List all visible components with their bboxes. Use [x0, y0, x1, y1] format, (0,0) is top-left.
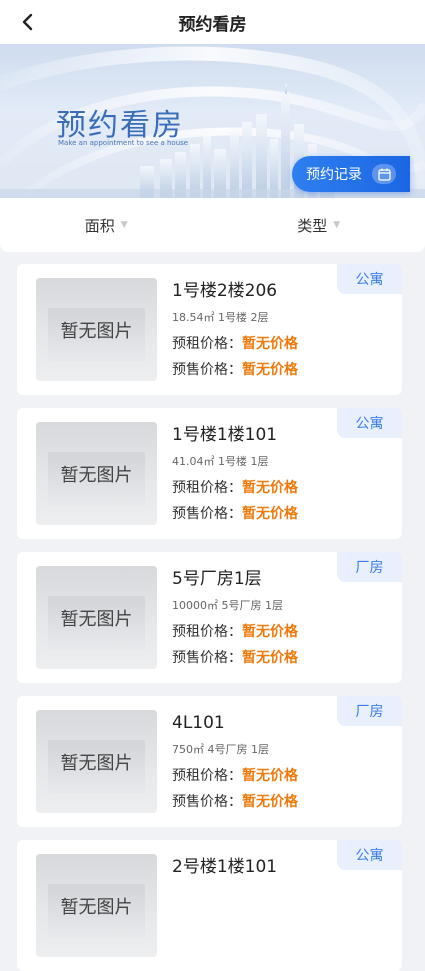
- listing-image-placeholder: 暂无图片: [36, 854, 157, 957]
- filter-type[interactable]: 类型 ▼: [213, 198, 425, 252]
- rent-price-label: 预租价格：: [172, 480, 242, 496]
- chevron-left-icon: [21, 13, 35, 31]
- rent-price-label: 预租价格：: [172, 768, 242, 784]
- sale-price-value: 暂无价格: [242, 650, 298, 666]
- listing-card[interactable]: 公寓 暂无图片 1号楼2楼206 18.54㎡ 1号楼 2层 预租价格：暂无价格…: [17, 264, 402, 395]
- sale-price-label: 预售价格：: [172, 794, 242, 810]
- rent-price-value: 暂无价格: [242, 480, 298, 496]
- banner-title: 预约看房: [56, 100, 184, 144]
- listing-name: 5号厂房1层: [172, 566, 392, 592]
- filter-type-label: 类型: [297, 215, 327, 236]
- sale-price-row: 预售价格：暂无价格: [172, 504, 392, 524]
- listing-meta: 41.04㎡ 1号楼 1层: [172, 454, 392, 470]
- sale-price-value: 暂无价格: [242, 506, 298, 522]
- page-title: 预约看房: [179, 10, 247, 35]
- sale-price-label: 预售价格：: [172, 506, 242, 522]
- sale-price-row: 预售价格：暂无价格: [172, 360, 392, 380]
- listing-meta: 10000㎡ 5号厂房 1层: [172, 598, 392, 614]
- rent-price-row: 预租价格：暂无价格: [172, 334, 392, 354]
- no-image-label: 暂无图片: [61, 749, 133, 775]
- rent-price-row: 预租价格：暂无价格: [172, 622, 392, 642]
- listing-meta: 18.54㎡ 1号楼 2层: [172, 310, 392, 326]
- banner: 预约看房 Make an appointment to see a house …: [0, 44, 425, 198]
- rent-price-row: 预租价格：暂无价格: [172, 766, 392, 786]
- rent-price-value: 暂无价格: [242, 624, 298, 640]
- listing-image-placeholder: 暂无图片: [36, 566, 157, 669]
- appointment-record-label: 预约记录: [306, 164, 362, 184]
- sale-price-row: 预售价格：暂无价格: [172, 648, 392, 668]
- sale-price-label: 预售价格：: [172, 650, 242, 666]
- rent-price-label: 预租价格：: [172, 624, 242, 640]
- listing-image-placeholder: 暂无图片: [36, 278, 157, 381]
- filter-area[interactable]: 面积 ▼: [0, 198, 213, 252]
- sale-price-row: 预售价格：暂无价格: [172, 792, 392, 812]
- no-image-label: 暂无图片: [61, 605, 133, 631]
- listing-card[interactable]: 厂房 暂无图片 5号厂房1层 10000㎡ 5号厂房 1层 预租价格：暂无价格 …: [17, 552, 402, 683]
- navbar: 预约看房: [0, 0, 425, 44]
- sale-price-value: 暂无价格: [242, 362, 298, 378]
- caret-down-icon: ▼: [333, 220, 340, 230]
- rent-price-label: 预租价格：: [172, 336, 242, 352]
- sale-price-value: 暂无价格: [242, 794, 298, 810]
- rent-price-row: 预租价格：暂无价格: [172, 478, 392, 498]
- listing-meta: 750㎡ 4号厂房 1层: [172, 742, 392, 758]
- listing-name: 1号楼2楼206: [172, 278, 392, 304]
- back-button[interactable]: [14, 8, 42, 36]
- rent-price-value: 暂无价格: [242, 768, 298, 784]
- listing-name: 1号楼1楼101: [172, 422, 392, 448]
- sale-price-label: 预售价格：: [172, 362, 242, 378]
- rent-price-value: 暂无价格: [242, 336, 298, 352]
- appointment-record-button[interactable]: 预约记录: [292, 156, 410, 192]
- no-image-label: 暂无图片: [61, 317, 133, 343]
- listing-name: 2号楼1楼101: [172, 854, 392, 880]
- listing-card[interactable]: 公寓 暂无图片 1号楼1楼101 41.04㎡ 1号楼 1层 预租价格：暂无价格…: [17, 408, 402, 539]
- listing-card[interactable]: 厂房 暂无图片 4L101 750㎡ 4号厂房 1层 预租价格：暂无价格 预售价…: [17, 696, 402, 827]
- no-image-label: 暂无图片: [61, 461, 133, 487]
- banner-subtitle: Make an appointment to see a house: [58, 139, 188, 147]
- listing-image-placeholder: 暂无图片: [36, 710, 157, 813]
- listing-name: 4L101: [172, 710, 392, 736]
- listing-card[interactable]: 公寓 暂无图片 2号楼1楼101: [17, 840, 402, 971]
- filter-bar: 面积 ▼ 类型 ▼: [0, 198, 425, 252]
- caret-down-icon: ▼: [121, 220, 128, 230]
- filter-area-label: 面积: [85, 215, 115, 236]
- listing-image-placeholder: 暂无图片: [36, 422, 157, 525]
- no-image-label: 暂无图片: [61, 893, 133, 919]
- calendar-icon: [372, 164, 396, 184]
